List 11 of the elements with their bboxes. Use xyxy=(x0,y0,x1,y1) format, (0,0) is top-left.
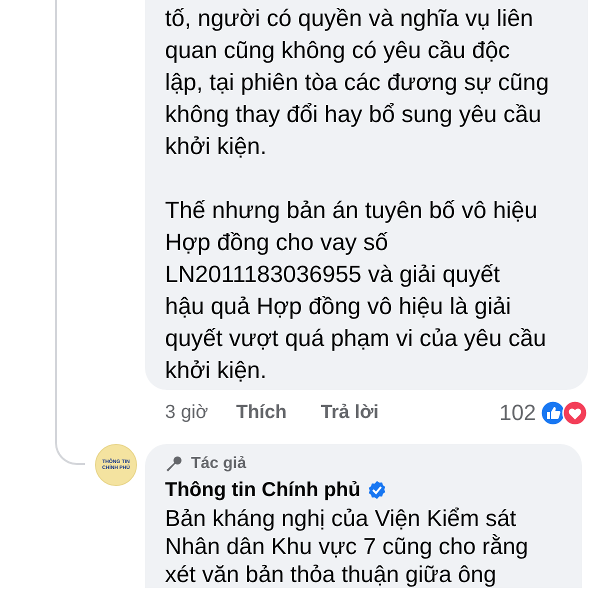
microphone-icon xyxy=(165,455,183,473)
action-link[interactable]: Trả lời xyxy=(320,402,379,424)
reaction-count[interactable]: 102 xyxy=(499,400,536,426)
comment-text: Thế nhưng bản án tuyên bố vô hiệu Hợp đồng cho vay số LN2011183036955 và giải quyết hậu quả Hợp đồng vô hiệu là giải quyết vượt quá phạm vi của yêu cầu khởi kiện. xyxy=(165,196,548,385)
author-name[interactable]: Thông tin Chính phủ xyxy=(165,478,360,502)
author-label: Tác giả xyxy=(191,455,246,473)
comment-time: 3 giờ xyxy=(165,402,208,424)
like-icon[interactable] xyxy=(540,400,566,426)
action-link[interactable]: Thích xyxy=(236,402,287,424)
comment-text: Bản kháng nghị của Viện Kiểm sát Nhân dân Khu vực 7 cũng cho rằng xét văn bản thỏa thuận giữa ông xyxy=(165,504,530,588)
comment-text: tố, người có quyền và nghĩa vụ liên quan cũng không có yêu cầu độc lập, tại phiên tòa các đương sự cũng không thay đổi hay bổ sung yêu cầu khởi kiện. xyxy=(165,4,550,161)
